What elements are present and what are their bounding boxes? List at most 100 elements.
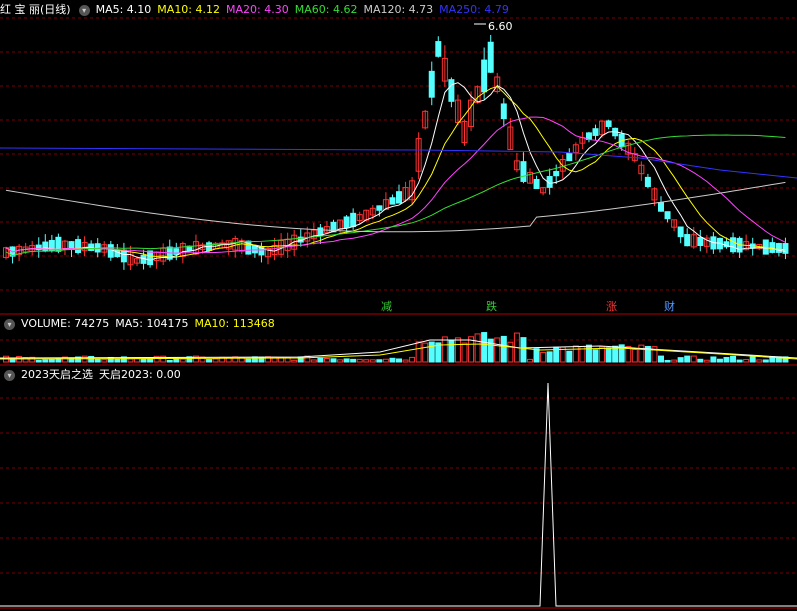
candle [147,250,154,266]
volume-bar [422,342,429,363]
candle [107,244,114,258]
volume-bar [507,341,514,363]
volume-legend-item: VOLUME: 74275 [21,317,110,330]
volume-bar [310,359,317,363]
volume-bar [166,359,173,363]
volume-bar [441,336,448,363]
volume-bar [114,358,121,363]
indicator-panel-header: ▾ 2023天启之选 天启2023: 0.00 [0,367,187,383]
candle [428,70,435,98]
candle [533,179,540,190]
volume-bar [323,358,330,363]
volume-bar [638,344,645,363]
volume-bar [743,359,750,363]
volume-bar [527,358,533,363]
volume-bar [540,351,547,363]
volume-bar [212,358,219,363]
ma120-line [5,181,786,233]
candle [684,234,691,247]
volume-bar [710,356,717,363]
volume-bar [48,358,55,363]
volume-bar [134,358,140,363]
volume-bar [363,359,370,363]
volume-bar [585,344,592,363]
collapse-icon[interactable]: ▾ [4,369,15,381]
volume-bar [448,339,455,363]
volume-bar [337,359,344,363]
collapse-icon[interactable]: ▾ [78,4,90,16]
volume-bar [415,341,422,363]
ma-legend-item: MA10: 4.12 [157,3,221,16]
volume-bar [127,358,134,363]
candle [75,239,82,254]
volume-bar [716,358,723,363]
volume-bar [690,355,697,363]
volume-bar [206,359,213,363]
volume-bar [481,332,488,363]
volume-bar [684,355,691,363]
volume-bar [566,350,573,363]
candle [435,41,442,57]
volume-bar [756,359,763,363]
volume-ma10-line [0,343,797,360]
volume-bar [697,358,704,363]
ma-legend-item: MA60: 4.62 [294,3,358,16]
volume-bar [599,346,606,363]
volume-bar [376,359,383,363]
ma-legend-item: MA20: 4.30 [226,3,289,16]
ma-legend-item: MA5: 4.10 [95,3,152,16]
volume-bar [291,359,298,363]
candle [605,120,612,128]
volume-bar [356,358,363,363]
volume-bar [494,337,501,363]
volume-bar [9,358,16,363]
volume-bar [546,351,553,363]
candle [664,211,671,220]
stock-name[interactable]: 红 宝 丽(日线) [0,3,71,16]
volume-bar [592,349,599,363]
volume-bar [382,358,389,363]
volume-bar [369,359,376,363]
candle [697,237,704,247]
high-marker: 6.60 [488,20,513,33]
candle [343,216,350,229]
volume-ma5-line [0,339,797,359]
candle [389,197,396,205]
candle [251,245,258,254]
volume-bar [428,341,435,363]
volume-panel-header: ▾ VOLUME: 74275 MA5: 104175 MA10: 113468 [0,316,287,332]
volume-bar [461,342,468,363]
volume-bar [409,356,416,363]
volume-bar [677,357,684,363]
volume-bar [749,356,756,363]
volume-legend-item: MA5: 104175 [115,317,189,330]
volume-bar [350,358,357,363]
volume-bar [389,357,396,363]
ma-legend-item: MA250: 4.79 [439,3,509,16]
candle [487,41,494,73]
chart-canvas: 6.60 [0,17,797,609]
volume-bar [173,358,180,363]
volume-bar [723,357,730,363]
volume-bar [42,359,49,363]
volume-bar [762,359,769,363]
candle [500,103,507,120]
indicator-name[interactable]: 2023天启之选 [21,368,93,381]
collapse-icon[interactable]: ▾ [4,318,15,330]
volume-legend-item: MA10: 113468 [194,317,275,330]
ma-legend-item: MA120: 4.73 [363,3,434,16]
volume-bar [245,358,252,363]
volume-bar [658,355,664,363]
candle [376,205,383,211]
volume-bar [317,357,324,363]
candle [782,243,789,254]
candle [658,202,664,212]
volume-bar [454,337,461,363]
signal-tag: 减 [381,300,392,313]
volume-bar [500,335,507,363]
candle [553,171,560,177]
volume-bar [396,358,402,363]
volume-bar [179,358,186,363]
ma5-line [5,82,786,261]
candle [120,249,127,263]
